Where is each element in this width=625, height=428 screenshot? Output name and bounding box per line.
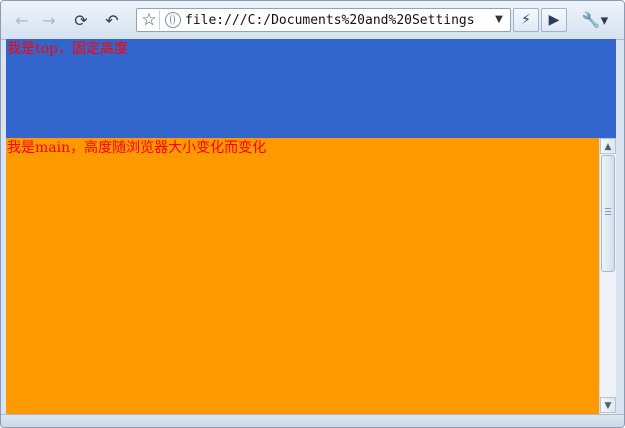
play-icon[interactable]: ▶ xyxy=(541,8,567,32)
scroll-up-arrow-icon[interactable]: ▲ xyxy=(600,138,616,154)
star-icon[interactable]: ☆ xyxy=(139,10,160,30)
undo-icon[interactable]: ↶ xyxy=(100,8,124,32)
main-section-text: 我是main，高度随浏览器大小变化而变化 xyxy=(7,140,267,156)
page-viewport: 我是top，固定高度 我是main，高度随浏览器大小变化而变化 ▲ ▼ xyxy=(6,39,616,414)
main-section: 我是main，高度随浏览器大小变化而变化 xyxy=(6,138,599,414)
chevron-down-icon[interactable]: ▼ xyxy=(492,11,506,29)
globe-icon xyxy=(165,12,181,28)
address-bar[interactable]: ☆ ▼ xyxy=(136,8,511,32)
scrollbar-thumb[interactable] xyxy=(601,155,615,272)
wrench-icon[interactable]: 🔧▾ xyxy=(575,8,615,32)
lightning-icon[interactable]: ⚡ xyxy=(513,8,539,32)
reload-icon[interactable]: ⟳ xyxy=(69,8,93,32)
vertical-scrollbar[interactable]: ▲ ▼ xyxy=(599,138,616,414)
back-arrow-icon[interactable]: ← xyxy=(10,8,34,32)
address-input[interactable] xyxy=(185,10,485,30)
top-section: 我是top，固定高度 xyxy=(6,39,616,138)
top-section-text: 我是top，固定高度 xyxy=(7,41,129,57)
forward-arrow-icon[interactable]: → xyxy=(37,8,61,32)
window-bottom-frame xyxy=(1,414,624,427)
browser-toolbar: ← → ⟳ ↶ ☆ ▼ ⚡ ▶ 🔧▾ xyxy=(1,1,624,40)
browser-window: ← → ⟳ ↶ ☆ ▼ ⚡ ▶ 🔧▾ 我是top，固定高度 我是main，高度随… xyxy=(0,0,625,428)
scroll-down-arrow-icon[interactable]: ▼ xyxy=(600,397,616,413)
grip-icon xyxy=(605,208,611,215)
